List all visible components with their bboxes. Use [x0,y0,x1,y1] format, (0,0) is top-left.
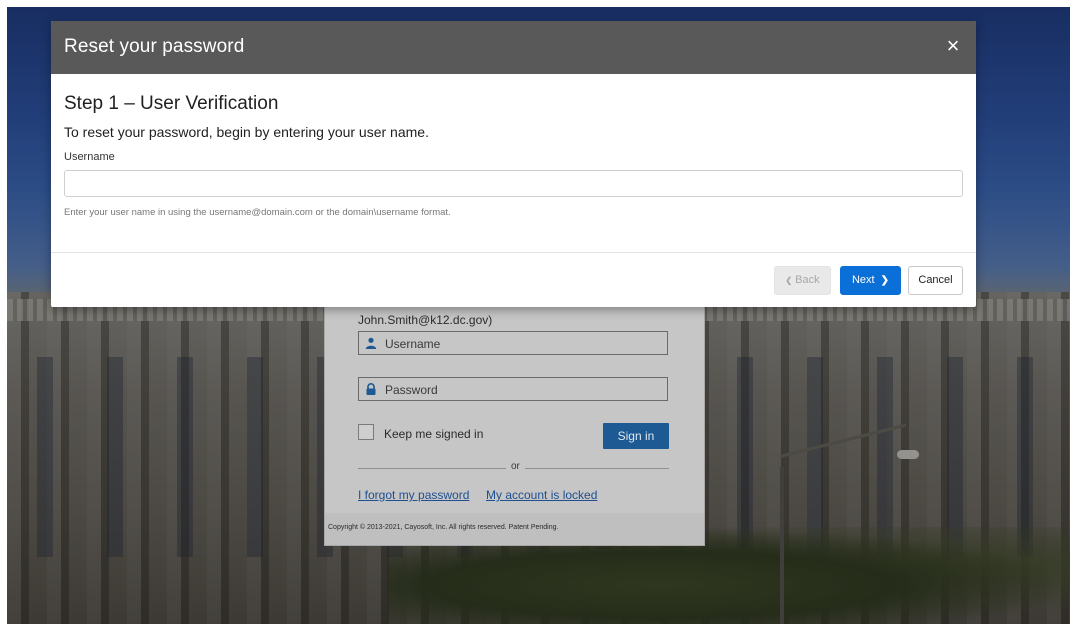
next-button-label: Next [851,274,875,286]
step-description: To reset your password, begin by enterin… [64,124,429,140]
password-field[interactable]: Password [358,377,668,401]
back-button-label: Back [795,274,820,286]
forgot-password-link[interactable]: I forgot my password [358,488,469,502]
keep-signed-in-checkbox[interactable] [358,424,374,440]
reset-password-dialog: Reset your password × Step 1 – User Veri… [51,21,976,307]
cancel-button[interactable]: Cancel [908,266,963,295]
login-form: John.Smith@k12.dc.gov) Username Password… [325,297,704,513]
next-button[interactable]: Next ❯ [840,266,901,295]
back-button[interactable]: ❮ Back [774,266,831,295]
password-placeholder: Password [385,383,438,397]
chevron-left-icon: ❮ [785,276,793,285]
or-text: or [506,461,525,472]
username-help-text: Enter your user name in using the userna… [64,207,451,218]
username-field[interactable]: Username [358,331,668,355]
username-input[interactable] [64,170,963,197]
user-icon [365,337,377,349]
dialog-header: Reset your password × [51,21,976,74]
account-locked-link[interactable]: My account is locked [486,488,597,502]
lock-icon [366,383,376,395]
close-icon[interactable]: × [941,34,965,58]
copyright-text: Copyright © 2013-2021, Cayosoft, Inc. Al… [328,524,559,531]
username-format-hint: John.Smith@k12.dc.gov) [358,313,493,327]
username-placeholder: Username [385,337,441,351]
username-label: Username [64,151,115,163]
step-title: Step 1 – User Verification [64,93,279,114]
login-card: John.Smith@k12.dc.gov) Username Password… [324,296,705,546]
footer-divider [51,252,976,253]
dialog-title: Reset your password [64,36,245,57]
sign-in-button[interactable]: Sign in [603,423,669,449]
keep-signed-in-label: Keep me signed in [384,427,484,441]
screen: John.Smith@k12.dc.gov) Username Password… [0,0,1077,624]
chevron-right-icon: ❯ [880,275,890,286]
